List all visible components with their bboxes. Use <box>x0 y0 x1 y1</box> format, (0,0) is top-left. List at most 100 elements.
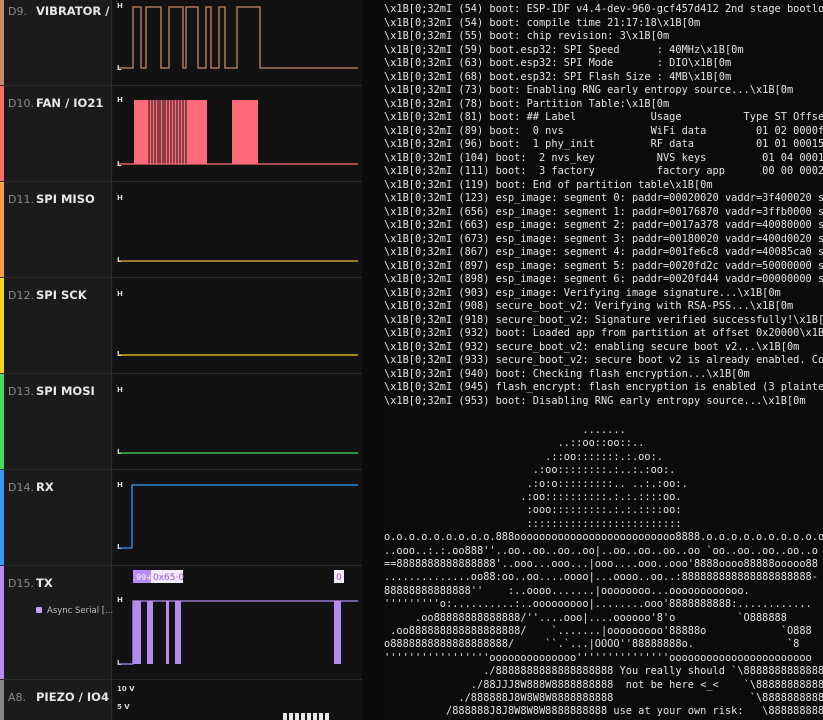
ascii-art-line: :ooo:::::::::.:.:.::::oo: <box>384 504 682 517</box>
channel-color-bar <box>0 374 4 469</box>
channel-row-piezo[interactable]: A8. PIEZO / IO4 10 V 5 V <box>0 680 362 720</box>
ascii-art-line: .:o:o:::::::::.. ..:.:oo:. <box>384 477 688 490</box>
channel-row-spi-sck[interactable]: D12. SPI SCK H L <box>0 278 362 374</box>
ascii-art-line: o8888888888888888888/ ``.`...|OOOO''8888… <box>384 638 800 651</box>
channel-label-panel[interactable]: D12. SPI SCK <box>0 278 112 373</box>
channel-row-spi-mosi[interactable]: D13. SPI MOSI H L <box>0 374 362 470</box>
log-line: \x1B[0;32mI (111) boot: 3 factory factor… <box>384 165 823 177</box>
ascii-art-line: ./8888888888888888888 You really should … <box>384 665 823 678</box>
log-line: \x1B[0;32mI (54) boot: ESP-IDF v4.4-dev-… <box>384 3 823 15</box>
ascii-art-line: ./888888J8W8W8W8888888888 `\888888888888… <box>384 692 823 704</box>
log-line: \x1B[0;32mI (104) boot: 2 nvs_key NVS ke… <box>384 151 823 164</box>
ascii-art-line: ::::::::::::::::::::::::: <box>384 517 682 530</box>
analyzer-label[interactable]: Async Serial [... <box>36 606 113 616</box>
ascii-art-line: .::oo:::::::.:.oo:. <box>384 450 663 463</box>
piezo-analog-waveform <box>283 713 329 720</box>
channel-row-rx[interactable]: D14. RX H L <box>0 470 362 566</box>
waveform-area[interactable]: H L <box>113 374 362 469</box>
log-line: \x1B[0;32mI (78) boot: Partition Table:\… <box>384 97 670 110</box>
waveform-area[interactable]: H L <box>113 0 362 85</box>
channel-color-bar <box>0 470 4 565</box>
channel-id: D11. <box>8 193 34 206</box>
log-line: \x1B[0;32mI (54) boot: compile time 21:1… <box>384 16 701 29</box>
waveform-area[interactable]: H L <box>113 182 362 277</box>
log-line: \x1B[0;32mI (656) esp_image: segment 1: … <box>384 205 823 218</box>
channel-row-spi-miso[interactable]: D11. SPI MISO H L <box>0 182 362 278</box>
rx-waveform <box>119 484 358 549</box>
channel-name: TX <box>36 576 53 590</box>
channel-color-bar <box>0 566 4 679</box>
channel-row-tx[interactable]: D15. TX Async Serial [... H L 99+ 0x65·0… <box>0 566 362 680</box>
panel-divider[interactable] <box>362 0 380 720</box>
ascii-art-line: ==8888888888888888'..ooo...ooo...|ooo...… <box>384 558 818 570</box>
log-line: \x1B[0;32mI (663) esp_image: segment 2: … <box>384 219 823 231</box>
channel-color-bar <box>0 182 4 277</box>
analyzer-name: Async Serial [... <box>47 606 114 616</box>
channel-label-panel[interactable]: A8. PIEZO / IO4 <box>0 680 112 720</box>
log-line: \x1B[0;32mI (63) boot.esp32: SPI Mode : … <box>384 57 732 69</box>
channel-label-panel[interactable]: D10. FAN / IO21 <box>0 86 112 181</box>
spi-mosi-waveform <box>119 452 358 454</box>
log-line: \x1B[0;32mI (867) esp_image: segment 4: … <box>384 246 823 258</box>
waveform-area[interactable]: H L <box>113 470 362 565</box>
decoded-frame-label[interactable]: 0 <box>336 573 342 583</box>
log-line: \x1B[0;32mI (953) boot: Disabling RNG ea… <box>384 394 806 407</box>
channel-label-panel[interactable]: D15. TX Async Serial [... <box>0 566 113 679</box>
vibrator-waveform <box>119 6 358 69</box>
waveform-area[interactable]: H L <box>113 86 362 181</box>
channel-id: A8. <box>8 691 27 704</box>
log-line: \x1B[0;32mI (897) esp_image: segment 5: … <box>384 259 823 272</box>
channel-id: D14. <box>8 481 34 494</box>
channel-label-panel[interactable]: D14. RX <box>0 470 112 565</box>
serial-terminal-output[interactable]: \x1B[0;32mI (54) boot: ESP-IDF v4.4-dev-… <box>380 0 823 720</box>
ascii-art-line: ..::oo::oo::.. <box>384 437 645 450</box>
log-line: \x1B[0;32mI (932) boot: Loaded app from … <box>384 327 823 339</box>
log-line: \x1B[0;32mI (673) esp_image: segment 3: … <box>384 232 823 245</box>
ascii-art-line: ./88JJJ8W888W8888888888 not be here <_< … <box>384 678 823 691</box>
channel-color-bar <box>0 0 4 85</box>
channel-name: SPI MOSI <box>36 384 95 398</box>
channel-label-panel[interactable]: D13. SPI MOSI <box>0 374 112 469</box>
channel-id: D13. <box>8 385 34 398</box>
channel-label-panel[interactable]: D9. VIBRATOR / ... <box>0 0 112 85</box>
decoded-frame-label[interactable]: 0x65·0 <box>153 573 184 583</box>
log-line: \x1B[0;32mI (898) esp_image: segment 6: … <box>384 273 823 285</box>
log-line: \x1B[0;32mI (903) esp_image: Verifying i… <box>384 286 781 299</box>
ascii-art-line: ..ooo..:.:.oo888''..oo..oo..oo..oo|..oo.… <box>384 544 818 557</box>
waveform-area[interactable]: H L <box>113 278 362 373</box>
logic-analyzer-panel: D9. VIBRATOR / ... H L D10. FAN / IO21 H… <box>0 0 362 720</box>
log-line: \x1B[0;32mI (933) secure_boot_v2: secure… <box>384 354 823 366</box>
ascii-art-line: .oo888888888888888888/ `.......|oooooooo… <box>384 625 812 637</box>
spi-sck-waveform <box>119 354 358 356</box>
ascii-art-line: ..............oo88:oo..oo....oooo|...ooo… <box>384 571 818 584</box>
ascii-art-line: 88888888888888'' :..oooo.......|oooooooo… <box>384 584 750 597</box>
tx-waveform: 99+ 0x65·0 0 <box>119 570 358 665</box>
log-line: \x1B[0;32mI (68) boot.esp32: SPI Flash S… <box>384 70 732 83</box>
ascii-art-line: /888888J8J8W8W8W8888888888 use at your o… <box>384 705 823 718</box>
ascii-art-line: .:oo::::::::.:..:.:oo:. <box>384 464 676 477</box>
log-line: \x1B[0;32mI (81) boot: ## Label Usage Ty… <box>384 111 823 123</box>
log-line: \x1B[0;32mI (89) boot: 0 nvs WiFi data 0… <box>384 124 823 137</box>
channel-row-vibrator[interactable]: D9. VIBRATOR / ... H L <box>0 0 362 86</box>
log-line: \x1B[0;32mI (940) boot: Checking flash e… <box>384 367 750 380</box>
spi-miso-waveform <box>119 260 358 262</box>
channel-name: SPI MISO <box>36 192 95 206</box>
channel-id: D12. <box>8 289 34 302</box>
channel-name: FAN / IO21 <box>36 96 104 110</box>
ascii-art-line: .:oo::::::::::.:.:.::::oo. <box>384 491 682 503</box>
channel-label-panel[interactable]: D11. SPI MISO <box>0 182 112 277</box>
log-line: \x1B[0;32mI (932) secure_boot_v2: enabli… <box>384 340 800 353</box>
log-line: \x1B[0;32mI (945) flash_encrypt: flash e… <box>384 381 823 393</box>
waveform-area[interactable]: 10 V 5 V <box>113 680 362 720</box>
log-line: \x1B[0;32mI (918) secure_boot_v2: Signat… <box>384 313 823 326</box>
log-line: \x1B[0;32mI (59) boot.esp32: SPI Speed :… <box>384 43 744 56</box>
channel-name: VIBRATOR / ... <box>36 4 110 18</box>
channel-color-bar <box>0 278 4 373</box>
ascii-art-line: o.o.o.o.o.o.o.o.o.888ooooooooooooooooooo… <box>384 531 823 544</box>
frame-count-badge[interactable]: 99+ <box>136 573 153 582</box>
channel-id: D15. <box>8 577 34 590</box>
channel-name: SPI SCK <box>36 288 87 302</box>
channel-row-fan[interactable]: D10. FAN / IO21 H L <box>0 86 362 182</box>
waveform-area[interactable]: H L 99+ 0x65·0 0 <box>113 566 362 679</box>
log-line: \x1B[0;32mI (123) esp_image: segment 0: … <box>384 192 823 204</box>
